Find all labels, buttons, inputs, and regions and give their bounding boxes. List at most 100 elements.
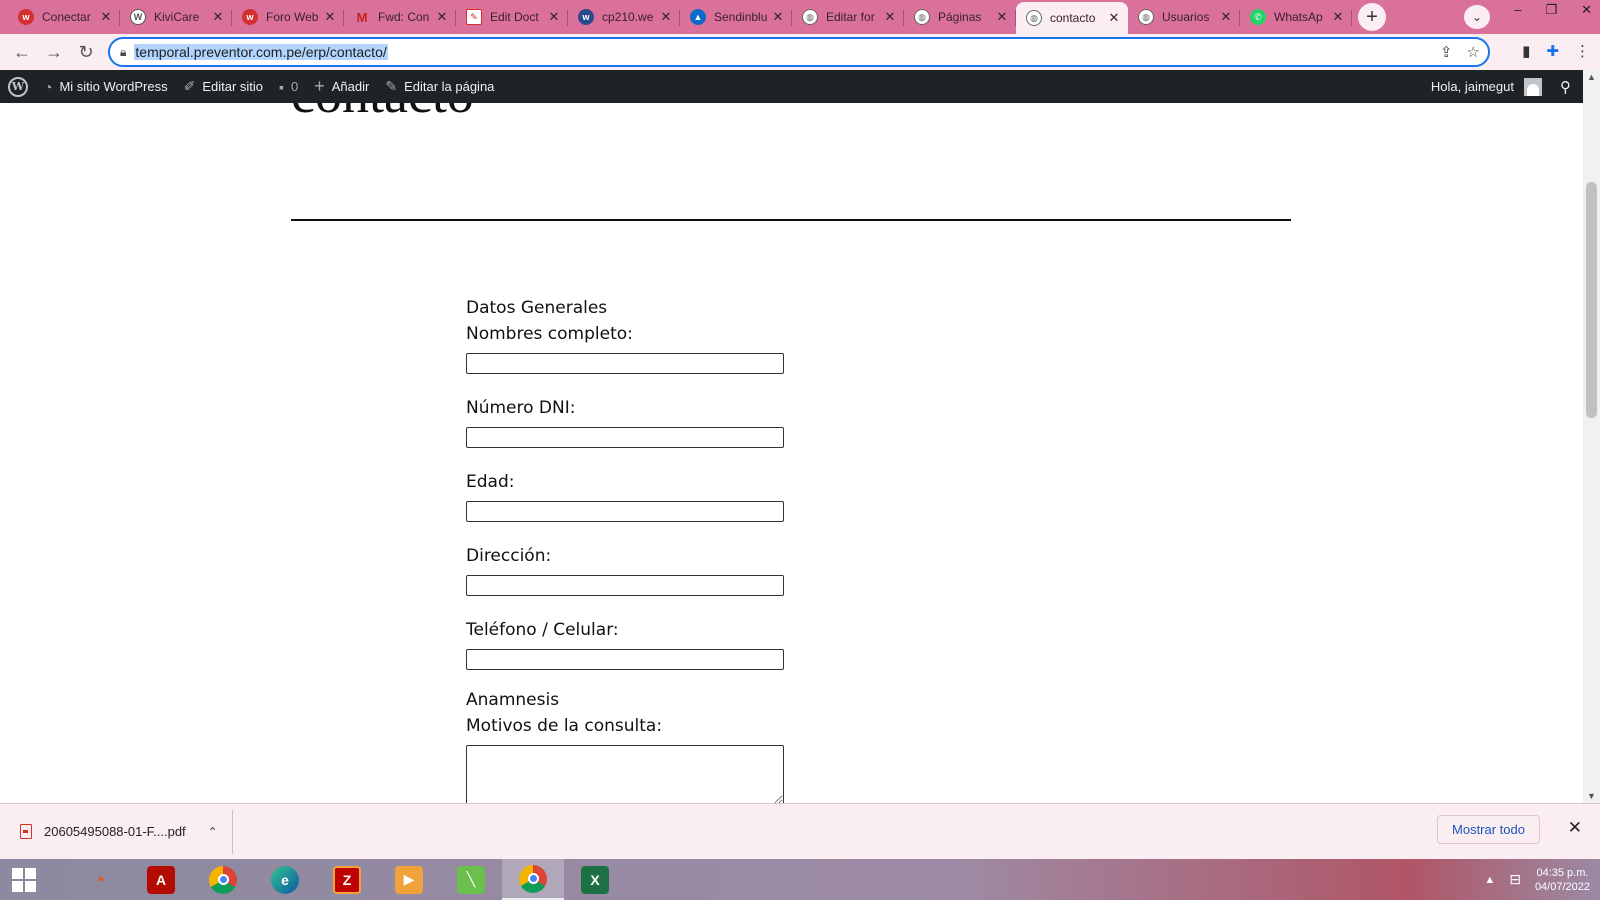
close-icon[interactable]: ✕	[1568, 818, 1582, 838]
wp-admin-bar: W ◔ Mi sitio WordPress ✐ Editar sitio ▪ …	[0, 70, 1583, 103]
minimize-icon[interactable]: –	[1514, 2, 1521, 18]
taskbar-app[interactable]: ◔	[68, 859, 130, 900]
star-icon[interactable]: ☆	[1467, 43, 1480, 61]
download-item[interactable]: 20605495088-01-F....pdf ⌃	[0, 809, 233, 854]
side-panel-icon[interactable]: ▮	[1522, 42, 1530, 60]
profile-icon[interactable]: ✚	[1546, 42, 1559, 60]
avatar[interactable]	[1524, 77, 1542, 96]
browser-tab-active[interactable]: ◍ contacto ✕	[1016, 2, 1128, 34]
age-input[interactable]	[466, 501, 784, 522]
reason-textarea[interactable]	[466, 745, 784, 803]
browser-tab[interactable]: ✆ WhatsAp ✕	[1240, 2, 1352, 32]
restore-icon[interactable]: ❐	[1545, 2, 1557, 18]
share-icon[interactable]: ⇪	[1440, 43, 1453, 61]
start-button[interactable]	[0, 859, 48, 900]
browser-tab[interactable]: w cp210.we ✕	[568, 2, 680, 32]
lock-icon[interactable]: 🔒︎	[120, 45, 126, 60]
phone-input[interactable]	[466, 649, 784, 670]
contact-form: Datos Generales Nombres completo: Número…	[466, 298, 866, 803]
taskbar-app[interactable]: X	[564, 859, 626, 900]
reload-icon[interactable]: ↻	[70, 36, 102, 68]
back-icon[interactable]: ←	[6, 36, 38, 68]
close-icon[interactable]: ✕	[1330, 9, 1346, 25]
edit-page-link[interactable]: ✎ Editar la página	[377, 70, 502, 103]
url-text[interactable]: temporal.preventor.com.pe/erp/contacto/	[134, 44, 388, 60]
scroll-down-icon[interactable]: ▼	[1587, 791, 1596, 801]
browser-tab[interactable]: ▲ Sendinblu ✕	[680, 2, 792, 32]
field-label: Dirección:	[466, 546, 552, 566]
avast-icon: ◔	[92, 866, 106, 892]
close-icon[interactable]: ✕	[434, 9, 450, 25]
comment-icon: ▪	[279, 78, 284, 95]
browser-tab[interactable]: ◍ Editar for ✕	[792, 2, 904, 32]
add-new-link[interactable]: + Añadir	[306, 70, 377, 103]
search-icon[interactable]: ⚲	[1560, 78, 1571, 96]
browser-tab[interactable]: w Foro Web ✕	[232, 2, 344, 32]
brush-icon: ✐	[183, 78, 196, 94]
close-icon[interactable]: ✕	[1106, 10, 1122, 26]
tab-label: Usuarios	[1162, 10, 1210, 24]
taskbar-app[interactable]	[192, 859, 254, 900]
chrome-icon	[209, 865, 237, 894]
browser-tab[interactable]: w Conectar ✕	[8, 2, 120, 32]
tab-label: Foro Web	[266, 10, 319, 24]
browser-tab[interactable]: M Fwd: Con ✕	[344, 2, 456, 32]
chevron-up-icon[interactable]: ⌃	[208, 825, 218, 839]
show-all-button[interactable]: Mostrar todo	[1437, 815, 1540, 844]
field-label: Número DNI:	[466, 398, 576, 418]
comments-count: 0	[291, 79, 299, 94]
taskbar-app-active[interactable]	[502, 859, 564, 900]
taskbar-app[interactable]: A	[130, 859, 192, 900]
browser-tab[interactable]: ◍ Páginas ✕	[904, 2, 1016, 32]
clock-date: 04/07/2022	[1534, 880, 1590, 893]
doc-edit-icon: ✎	[466, 9, 482, 25]
new-tab-button[interactable]: +	[1358, 3, 1386, 31]
close-icon[interactable]: ✕	[882, 9, 898, 25]
address-bar[interactable]: 🔒︎ temporal.preventor.com.pe/erp/contact…	[108, 37, 1490, 67]
site-name-link[interactable]: ◔ Mi sitio WordPress	[36, 70, 176, 103]
full-name-input[interactable]	[466, 353, 784, 374]
browser-tab[interactable]: ◍ Usuarios ✕	[1128, 2, 1240, 32]
section-heading-general: Datos Generales	[466, 298, 608, 318]
address-input[interactable]	[466, 575, 784, 596]
close-icon[interactable]: ✕	[210, 9, 226, 25]
close-icon[interactable]: ✕	[546, 9, 562, 25]
menu-icon[interactable]: ⋮	[1575, 42, 1590, 60]
tab-strip: w Conectar ✕ W KiviCare ✕ w Foro Web ✕ M…	[0, 0, 1600, 34]
edit-site-link[interactable]: ✐ Editar sitio	[176, 70, 271, 103]
comments-link[interactable]: ▪ 0	[271, 70, 306, 103]
browser-tab[interactable]: W KiviCare ✕	[120, 2, 232, 32]
scroll-thumb[interactable]	[1586, 182, 1597, 418]
browser-toolbar: ← → ↻ 🔒︎ temporal.preventor.com.pe/erp/c…	[0, 34, 1600, 70]
close-icon[interactable]: ✕	[770, 9, 786, 25]
account-greeting[interactable]: Hola, jaimegut	[1431, 79, 1514, 94]
close-icon[interactable]: ✕	[322, 9, 338, 25]
windows-taskbar: ◔ A e Z ▶ ╲ X ▲ ⊟ 04:35 p.m. 04/07/2022	[0, 859, 1600, 900]
taskbar-app[interactable]: Z	[316, 859, 378, 900]
tray-expand-icon[interactable]: ▲	[1484, 874, 1495, 886]
network-icon[interactable]: ⊟	[1509, 871, 1521, 888]
forward-icon[interactable]: →	[38, 36, 70, 68]
edit-site-label: Editar sitio	[202, 79, 264, 94]
browser-tab[interactable]: ✎ Edit Doct ✕	[456, 2, 568, 32]
close-icon[interactable]: ✕	[98, 9, 114, 25]
taskbar-app[interactable]: ▶	[378, 859, 440, 900]
close-window-icon[interactable]: ✕	[1581, 2, 1592, 18]
clock[interactable]: 04:35 p.m. 04/07/2022	[1535, 866, 1590, 894]
wp-logo-menu[interactable]: W	[0, 70, 36, 103]
sendinblue-icon: ▲	[690, 9, 706, 25]
dni-input[interactable]	[466, 427, 784, 448]
field-label: Motivos de la consulta:	[466, 716, 663, 736]
tab-search-icon[interactable]: ⌄	[1464, 5, 1490, 29]
tab-label: Editar for	[826, 10, 875, 24]
close-icon[interactable]: ✕	[994, 9, 1010, 25]
close-icon[interactable]: ✕	[658, 9, 674, 25]
taskbar-app[interactable]: e	[254, 859, 316, 900]
taskbar-app[interactable]: ╲	[440, 859, 502, 900]
filezilla-icon: Z	[333, 865, 361, 894]
scroll-up-icon[interactable]: ▲	[1587, 72, 1596, 82]
close-icon[interactable]: ✕	[1218, 9, 1234, 25]
w-blue-icon: w	[578, 9, 594, 25]
page-scrollbar[interactable]: ▲ ▼	[1583, 70, 1600, 803]
clock-time: 04:35 p.m.	[1536, 866, 1589, 879]
